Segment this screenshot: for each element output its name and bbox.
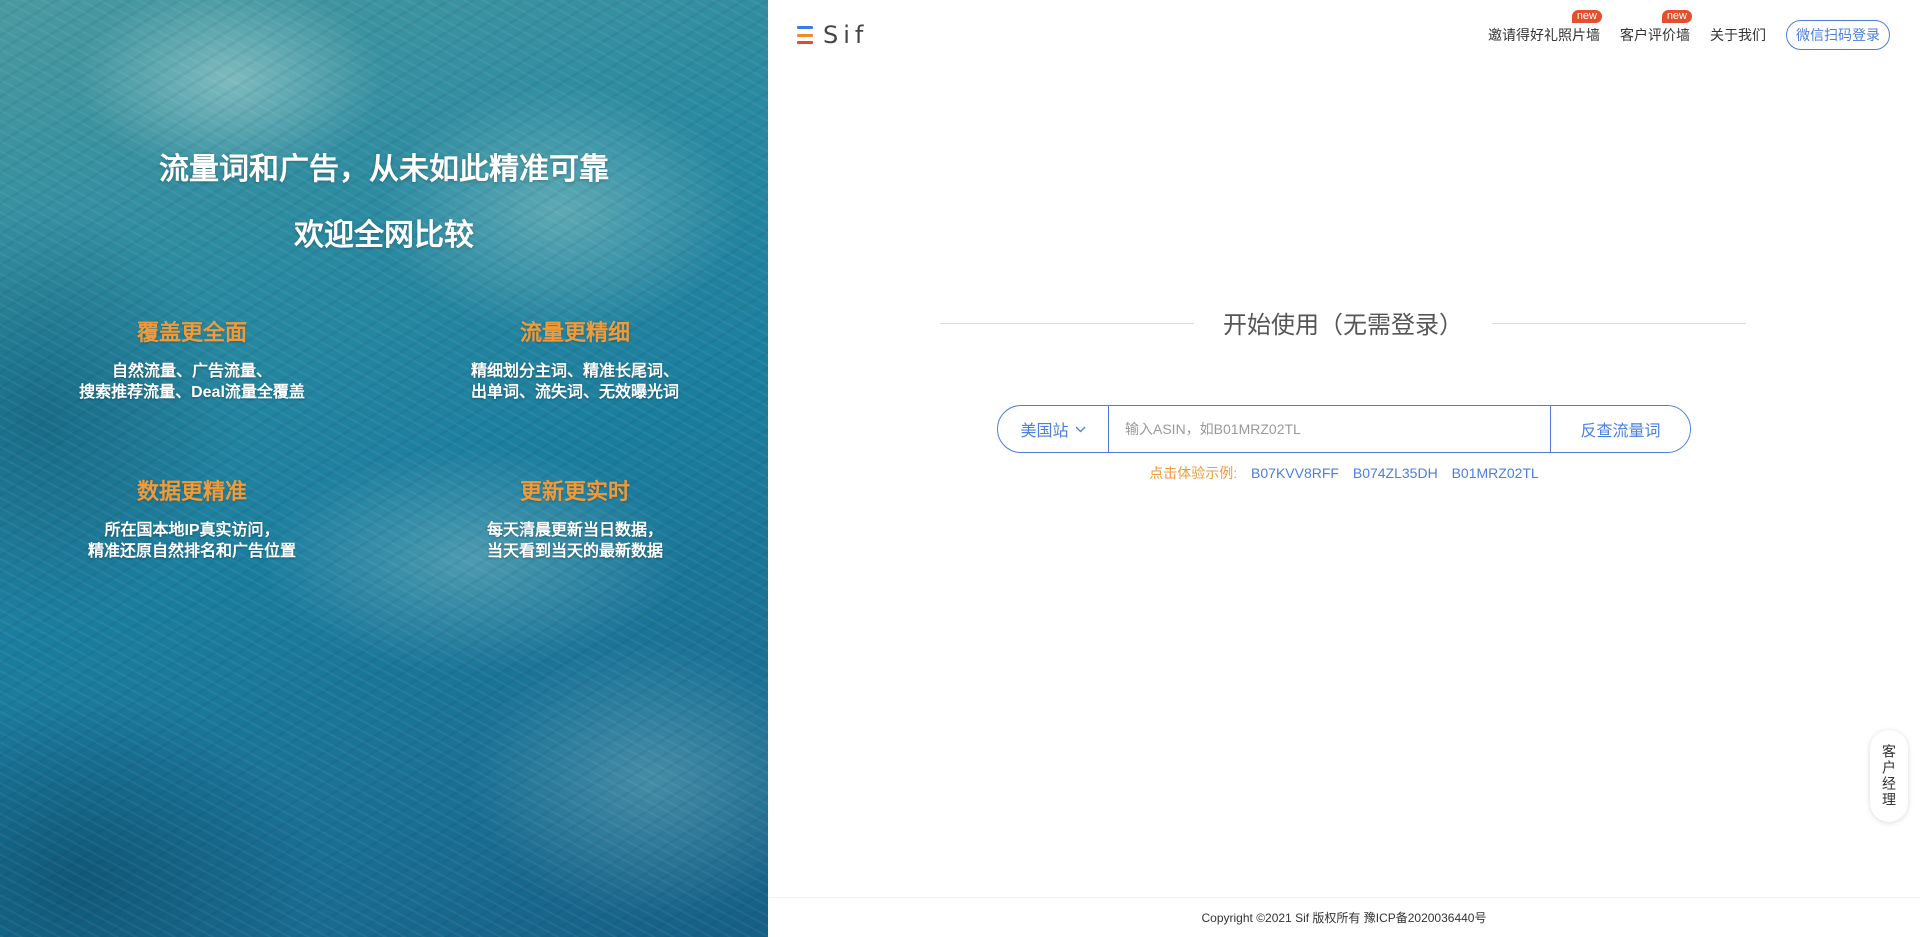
feature-title: 更新更实时 — [519, 479, 630, 504]
menu-lines-icon — [797, 25, 814, 45]
reverse-lookup-button[interactable]: 反查流量词 — [1550, 406, 1690, 452]
nav-label: 关于我们 — [1710, 27, 1766, 43]
example-asin-link[interactable]: B074ZL35DH — [1353, 465, 1438, 481]
marketplace-label: 美国站 — [1020, 423, 1069, 440]
feature-title: 覆盖更全面 — [136, 320, 247, 345]
feature-desc-line: 所在国本地IP真实访问， — [104, 522, 280, 539]
nav-about-us[interactable]: 关于我们 — [1710, 25, 1766, 45]
asin-input[interactable] — [1109, 406, 1550, 452]
feature-desc: 每天清晨更新当日数据， 当天看到当天的最新数据 — [405, 520, 745, 562]
feature-desc: 精细划分主词、精准长尾词、 出单词、流失词、无效曝光词 — [405, 361, 745, 403]
feature-desc-line: 搜索推荐流量、Deal流量全覆盖 — [79, 384, 305, 401]
logo[interactable]: Sif — [797, 21, 869, 49]
chevron-down-icon — [1075, 426, 1085, 432]
wechat-login-button[interactable]: 微信扫码登录 — [1786, 20, 1890, 50]
feature-desc: 自然流量、广告流量、 搜索推荐流量、Deal流量全覆盖 — [22, 361, 362, 403]
ocean-hero-panel: 流量词和广告，从未如此精准可靠 欢迎全网比较 覆盖更全面 自然流量、广告流量、 … — [0, 0, 768, 937]
feature-title: 数据更精准 — [136, 479, 247, 504]
new-badge: new — [1661, 10, 1692, 23]
feature-desc-line: 出单词、流失词、无效曝光词 — [470, 384, 679, 401]
ocean-texture — [0, 0, 768, 937]
copyright-text: Copyright ©2021 Sif 版权所有 豫ICP备2020036440… — [1201, 911, 1487, 925]
feature-realtime: 更新更实时 每天清晨更新当日数据， 当天看到当天的最新数据 — [405, 474, 745, 562]
feature-accuracy: 数据更精准 所在国本地IP真实访问， 精准还原自然排名和广告位置 — [22, 474, 362, 562]
example-asin-link[interactable]: B01MRZ02TL — [1452, 465, 1539, 481]
logo-text: Sif — [823, 21, 869, 49]
feature-desc-line: 自然流量、广告流量、 — [111, 363, 272, 380]
hero-subtitle: 欢迎全网比较 — [294, 219, 474, 252]
feature-precision: 流量更精细 精细划分主词、精准长尾词、 出单词、流失词、无效曝光词 — [405, 315, 745, 403]
start-heading: 开始使用（无需登录） — [940, 305, 1746, 341]
hero-title: 流量词和广告，从未如此精准可靠 — [159, 153, 609, 186]
feature-desc-line: 精准还原自然排名和广告位置 — [87, 543, 296, 560]
new-badge: new — [1571, 10, 1602, 23]
asin-search-box: 美国站 反查流量词 — [997, 405, 1691, 453]
account-manager-button[interactable]: 客户经理 — [1870, 730, 1908, 822]
feature-desc: 所在国本地IP真实访问， 精准还原自然排名和广告位置 — [22, 520, 362, 562]
example-asin-link[interactable]: B07KVV8RFF — [1251, 465, 1339, 481]
page: 流量词和广告，从未如此精准可靠 欢迎全网比较 覆盖更全面 自然流量、广告流量、 … — [0, 0, 1920, 937]
example-asins: 点击体验示例: B07KVV8RFF B074ZL35DH B01MRZ02TL — [997, 463, 1691, 483]
footer: Copyright ©2021 Sif 版权所有 豫ICP备2020036440… — [768, 897, 1920, 937]
marketplace-select[interactable]: 美国站 — [998, 406, 1109, 452]
feature-desc-line: 精细划分主词、精准长尾词、 — [470, 363, 679, 380]
nav-invite-gift-wall[interactable]: 邀请得好礼照片墙 new — [1488, 10, 1602, 45]
examples-label: 点击体验示例: — [1149, 465, 1238, 481]
feature-desc-line: 当天看到当天的最新数据 — [486, 543, 663, 560]
divider-right — [1492, 323, 1746, 324]
account-manager-label: 客户经理 — [1881, 744, 1897, 808]
feature-title: 流量更精细 — [519, 320, 630, 345]
nav-label: 邀请得好礼照片墙 — [1488, 27, 1600, 43]
top-nav: 邀请得好礼照片墙 new 客户评价墙 new 关于我们 微信扫码登录 — [1488, 10, 1890, 50]
feature-desc-line: 每天清晨更新当日数据， — [486, 522, 663, 539]
nav-label: 客户评价墙 — [1620, 27, 1690, 43]
nav-customer-review-wall[interactable]: 客户评价墙 new — [1620, 10, 1692, 45]
feature-coverage: 覆盖更全面 自然流量、广告流量、 搜索推荐流量、Deal流量全覆盖 — [22, 315, 362, 403]
